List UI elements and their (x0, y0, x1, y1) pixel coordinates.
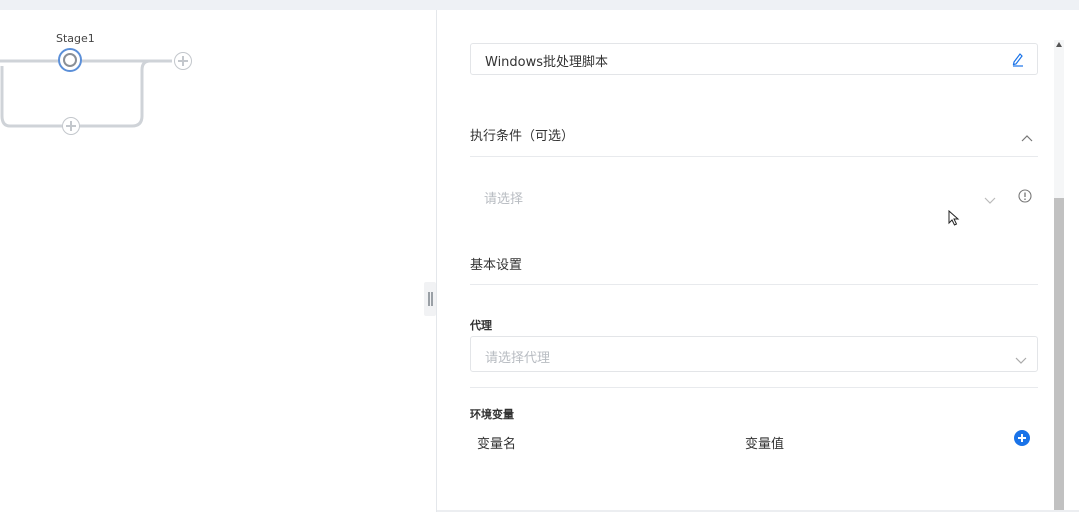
edit-pencil-icon[interactable] (1011, 51, 1025, 71)
agent-label: 代理 (470, 319, 492, 332)
env-col-name: 变量名 (477, 437, 517, 452)
mouse-cursor-icon (948, 209, 960, 230)
section-separator (470, 284, 1038, 285)
chevron-down-icon (1015, 350, 1027, 369)
top-bar (0, 0, 1079, 10)
condition-section-title: 执行条件（可选） (470, 129, 575, 144)
script-type-value: Windows批处理脚本 (485, 55, 609, 70)
resize-handle[interactable] (424, 282, 436, 316)
condition-placeholder: 请选择 (484, 192, 524, 207)
agent-select[interactable]: 请选择代理 (470, 336, 1038, 372)
condition-select[interactable]: 请选择 (470, 180, 1010, 212)
agent-placeholder: 请选择代理 (485, 351, 551, 366)
add-variable-button[interactable] (1014, 430, 1030, 446)
add-parallel-job-icon[interactable] (62, 117, 80, 135)
scrollbar-thumb[interactable] (1054, 198, 1064, 512)
stage-node[interactable] (58, 48, 82, 72)
env-vars-label: 环境变量 (470, 408, 514, 421)
add-stage-icon[interactable] (174, 52, 192, 70)
script-type-field[interactable]: Windows批处理脚本 (470, 43, 1038, 75)
scroll-up-arrow[interactable] (1056, 42, 1062, 47)
pipeline-connectors (0, 59, 172, 128)
section-separator (470, 156, 1038, 157)
basic-settings-title: 基本设置 (470, 258, 523, 273)
job-settings-panel: Windows批处理脚本 执行条件（可选） 请选择 基本设置 代理 请选择代理 (437, 10, 1079, 512)
chevron-down-icon (984, 190, 996, 209)
env-col-value: 变量值 (745, 437, 785, 452)
section-separator (470, 387, 1038, 388)
stage-label: Stage1 (56, 32, 95, 45)
chevron-up-icon[interactable] (1021, 127, 1033, 146)
info-circle-icon[interactable] (1018, 188, 1032, 207)
pipeline-canvas[interactable]: Stage1 (0, 10, 436, 512)
